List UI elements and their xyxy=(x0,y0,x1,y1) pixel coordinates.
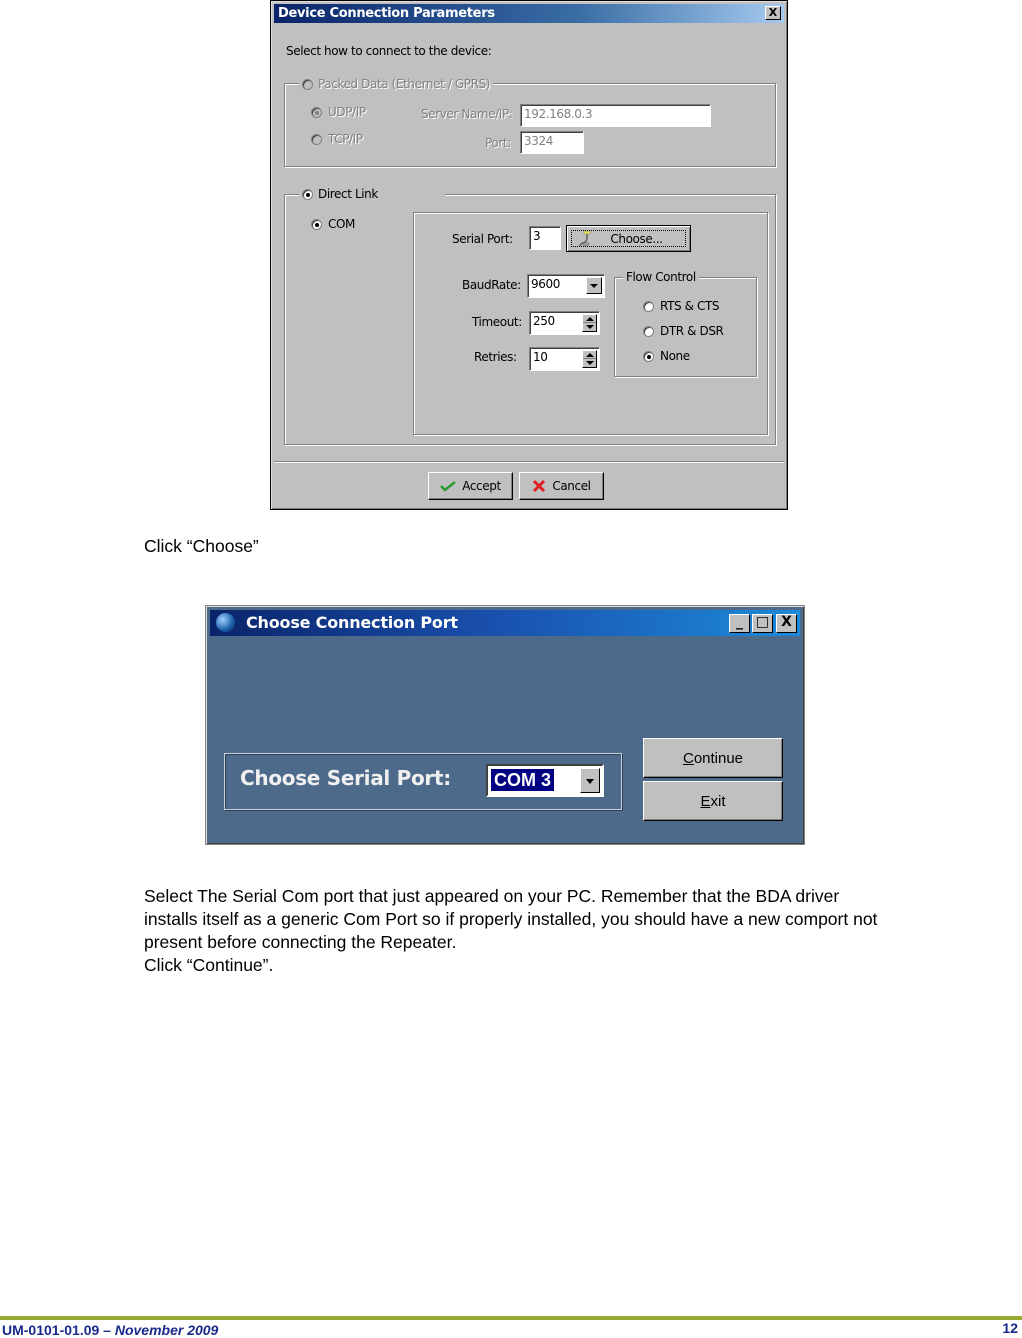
continue-mnemonic: C xyxy=(682,749,694,767)
serial-port-input[interactable]: 3 xyxy=(529,226,561,250)
tcp-ip-label: TCP/IP xyxy=(328,132,363,146)
maximize-icon: □ xyxy=(755,614,770,630)
footer-date: November 2009 xyxy=(114,1322,219,1338)
close-button[interactable]: X xyxy=(776,614,797,633)
flow-option-label: DTR & DSR xyxy=(660,324,724,338)
instruction-line: installs itself as a generic Com Port so… xyxy=(144,909,878,929)
direct-link-label: Direct Link xyxy=(318,187,378,201)
radio-icon xyxy=(643,325,654,337)
radio-selected-icon xyxy=(643,350,654,362)
port-label: Port: xyxy=(485,136,511,150)
app-globe-icon xyxy=(216,613,235,632)
retries-value: 10 xyxy=(533,350,548,364)
close-icon: X xyxy=(768,6,778,19)
dialog-title: Device Connection Parameters xyxy=(278,6,495,21)
red-x-icon xyxy=(533,479,546,493)
continue-label: ontinue xyxy=(693,749,744,767)
timeout-value: 250 xyxy=(533,314,555,328)
timeout-label: Timeout: xyxy=(472,315,522,329)
close-button[interactable]: X xyxy=(765,6,781,20)
packed-data-label: Packed Data (Ethernet / GPRS) xyxy=(318,77,491,91)
radio-icon xyxy=(302,78,313,90)
flow-rts-cts-radio[interactable]: RTS & CTS xyxy=(643,299,720,313)
footer-rule xyxy=(0,1316,1022,1320)
instruction-select-port: Select The Serial Com port that just app… xyxy=(144,885,1014,977)
page-number: 12 xyxy=(1002,1320,1018,1336)
com-radio[interactable]: COM xyxy=(311,217,355,231)
instruction-line: Click “Continue”. xyxy=(144,955,274,975)
packed-data-radio[interactable]: Packed Data (Ethernet / GPRS) xyxy=(299,77,494,91)
instruction-choose: Click “Choose” xyxy=(144,536,259,556)
cancel-label: Cancel xyxy=(552,479,591,493)
timeout-stepper[interactable]: 250 xyxy=(529,311,600,335)
footer-doc-id: UM-0101-01.09 – xyxy=(2,1322,115,1338)
server-name-input[interactable]: 192.168.0.3 xyxy=(520,104,711,127)
device-connection-dialog: Device Connection Parameters X Select ho… xyxy=(270,0,788,510)
spin-arrows-icon[interactable] xyxy=(582,314,597,332)
flow-option-label: None xyxy=(660,349,690,363)
minimize-icon: _ xyxy=(736,614,743,630)
server-name-label: Server Name/IP: xyxy=(421,107,513,121)
cancel-button[interactable]: Cancel xyxy=(519,472,604,500)
connection-prompt: Select how to connect to the device: xyxy=(286,44,492,58)
retries-stepper[interactable]: 10 xyxy=(529,347,600,371)
tcp-ip-radio[interactable]: TCP/IP xyxy=(311,132,363,146)
accept-button[interactable]: Accept xyxy=(428,472,513,500)
radio-selected-icon xyxy=(302,188,313,200)
close-icon: X xyxy=(781,614,792,630)
flow-none-radio[interactable]: None xyxy=(643,349,690,363)
flow-dtr-dsr-radio[interactable]: DTR & DSR xyxy=(643,324,724,338)
chevron-down-icon[interactable] xyxy=(586,277,602,294)
exit-button[interactable]: Exit xyxy=(643,781,783,821)
serial-port-value: COM 3 xyxy=(491,769,555,791)
serial-port-label: Serial Port: xyxy=(452,232,513,246)
minimize-button[interactable]: _ xyxy=(729,614,750,633)
baudrate-value: 9600 xyxy=(531,277,560,291)
retries-label: Retries: xyxy=(474,350,517,364)
baudrate-label: BaudRate: xyxy=(462,278,521,292)
spin-arrows-icon[interactable] xyxy=(582,350,597,368)
exit-mnemonic: E xyxy=(700,792,711,810)
com-label: COM xyxy=(328,217,355,231)
port-input[interactable]: 3324 xyxy=(520,131,584,154)
accept-label: Accept xyxy=(462,479,501,493)
instruction-line: present before connecting the Repeater. xyxy=(144,932,457,952)
flow-option-label: RTS & CTS xyxy=(660,299,720,313)
choose-serial-port-label: Choose Serial Port: xyxy=(240,766,451,790)
flow-control-label: Flow Control xyxy=(623,270,699,284)
serial-port-select[interactable]: COM 3 xyxy=(486,764,604,797)
footer-doc-info: UM-0101-01.09 – November 2009 xyxy=(2,1322,218,1338)
direct-link-radio[interactable]: Direct Link xyxy=(299,187,446,201)
dialog-title-bar: Choose Connection Port _ □ X xyxy=(210,610,800,636)
dialog-title-bar: Device Connection Parameters X xyxy=(274,4,784,23)
udp-ip-label: UDP/IP xyxy=(328,105,366,119)
exit-label: xit xyxy=(710,792,726,810)
radio-selected-icon xyxy=(311,106,322,118)
radio-icon xyxy=(643,300,654,312)
choose-button[interactable]: Choose... xyxy=(566,225,691,252)
udp-ip-radio[interactable]: UDP/IP xyxy=(311,105,366,119)
continue-button[interactable]: Continue xyxy=(643,738,783,778)
divider xyxy=(274,461,784,463)
choose-connection-port-dialog: Choose Connection Port _ □ X Choose Seri… xyxy=(205,605,805,845)
dialog-title: Choose Connection Port xyxy=(246,613,458,632)
radio-selected-icon xyxy=(311,218,322,230)
chevron-down-icon[interactable] xyxy=(580,768,600,793)
instruction-line: Select The Serial Com port that just app… xyxy=(144,886,840,906)
radio-icon xyxy=(311,133,322,145)
checkmark-icon xyxy=(440,481,457,492)
maximize-button[interactable]: □ xyxy=(752,614,773,633)
baudrate-select[interactable]: 9600 xyxy=(527,274,605,298)
